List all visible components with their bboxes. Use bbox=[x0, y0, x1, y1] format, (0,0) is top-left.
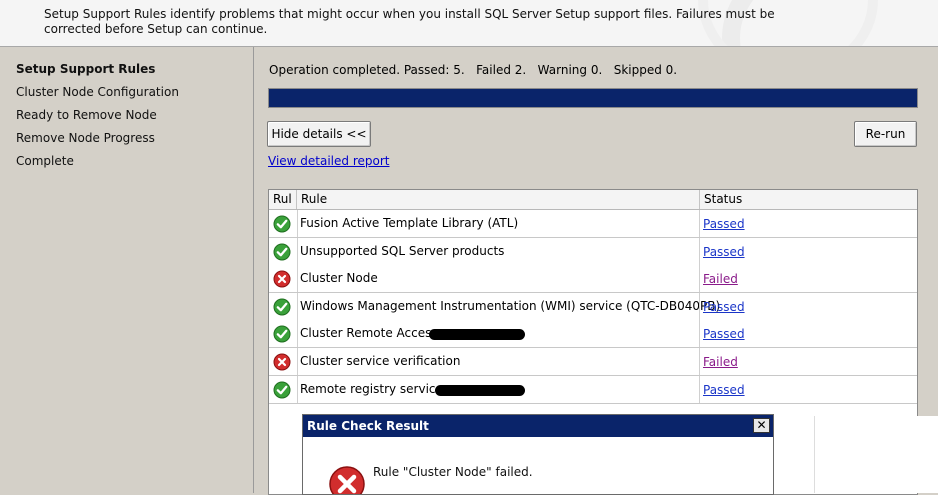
dialog-title: Rule Check Result bbox=[303, 415, 773, 437]
status-link[interactable]: Passed bbox=[703, 376, 745, 403]
rule-name: Windows Management Instrumentation (WMI)… bbox=[300, 298, 721, 313]
status-link[interactable]: Failed bbox=[703, 265, 738, 292]
close-icon[interactable]: ✕ bbox=[753, 418, 770, 433]
checkmark-icon bbox=[269, 210, 298, 237]
column-separator bbox=[699, 210, 700, 237]
rule-check-result-dialog: Rule Check Result ✕ Rule "Cluster Node" … bbox=[302, 414, 774, 495]
status-link[interactable]: Passed bbox=[703, 210, 745, 237]
table-row[interactable]: Cluster service verification Failed bbox=[269, 348, 917, 376]
rerun-button[interactable]: Re-run bbox=[854, 121, 917, 147]
column-separator bbox=[699, 292, 700, 320]
status-link[interactable]: Failed bbox=[703, 348, 738, 375]
nav-step: Ready to Remove Node bbox=[16, 108, 157, 122]
table-row[interactable]: Windows Management Instrumentation (WMI)… bbox=[269, 292, 917, 321]
hide-details-button[interactable]: Hide details << bbox=[267, 121, 371, 147]
table-row[interactable]: Cluster Remote Access Passed bbox=[269, 320, 917, 349]
table-row[interactable]: Cluster Node Failed bbox=[269, 265, 917, 294]
checkmark-icon bbox=[269, 320, 298, 348]
column-separator bbox=[699, 320, 700, 348]
rule-name: Cluster Node bbox=[300, 271, 378, 286]
redaction-mark bbox=[435, 384, 525, 396]
status-link[interactable]: Passed bbox=[703, 320, 745, 347]
nav-step: Cluster Node Configuration bbox=[16, 85, 179, 99]
rule-name: Unsupported SQL Server products bbox=[300, 243, 505, 258]
view-detailed-report-link[interactable]: View detailed report bbox=[268, 154, 389, 168]
dialog-message: Rule "Cluster Node" failed. bbox=[373, 465, 533, 479]
progress-bar-fill bbox=[269, 89, 917, 107]
header-description: Setup Support Rules identify problems th… bbox=[44, 7, 775, 36]
column-separator bbox=[699, 348, 700, 375]
error-icon bbox=[328, 465, 366, 494]
status-link[interactable]: Passed bbox=[703, 238, 745, 265]
rule-name: Fusion Active Template Library (ATL) bbox=[300, 216, 519, 230]
table-row[interactable]: Remote registry service Passed bbox=[269, 375, 917, 404]
column-header-status[interactable]: Status bbox=[700, 190, 917, 209]
grid-header: Rul Rule Status bbox=[269, 190, 917, 210]
checkmark-icon bbox=[269, 375, 298, 403]
column-separator bbox=[699, 375, 700, 403]
nav-step: Remove Node Progress bbox=[16, 131, 155, 145]
step-navigation: Setup Support Rules Cluster Node Configur… bbox=[0, 47, 254, 493]
redaction-mark bbox=[429, 329, 525, 341]
status-link[interactable]: Passed bbox=[703, 293, 745, 320]
rule-name: Cluster Remote Access bbox=[300, 326, 438, 341]
column-header-rule[interactable]: Rule bbox=[297, 190, 700, 209]
nav-step: Complete bbox=[16, 154, 74, 168]
background-panel bbox=[814, 416, 938, 493]
error-icon bbox=[269, 348, 298, 375]
checkmark-icon bbox=[269, 292, 298, 320]
nav-step: Setup Support Rules bbox=[16, 62, 156, 76]
column-separator bbox=[699, 265, 700, 293]
progress-bar bbox=[268, 88, 918, 108]
checkmark-icon bbox=[269, 237, 298, 265]
rule-name: Remote registry service bbox=[300, 381, 443, 396]
rule-name: Cluster service verification bbox=[300, 354, 461, 368]
header-banner: Setup Support Rules identify problems th… bbox=[0, 0, 938, 47]
column-separator bbox=[699, 237, 700, 265]
column-header-icon[interactable]: Rul bbox=[269, 190, 297, 209]
table-row[interactable]: Fusion Active Template Library (ATL) Pass… bbox=[269, 210, 917, 238]
operation-status-text: Operation completed. Passed: 5. Failed 2… bbox=[269, 63, 678, 77]
table-row[interactable]: Unsupported SQL Server products Passed bbox=[269, 237, 917, 266]
error-icon bbox=[269, 265, 298, 293]
